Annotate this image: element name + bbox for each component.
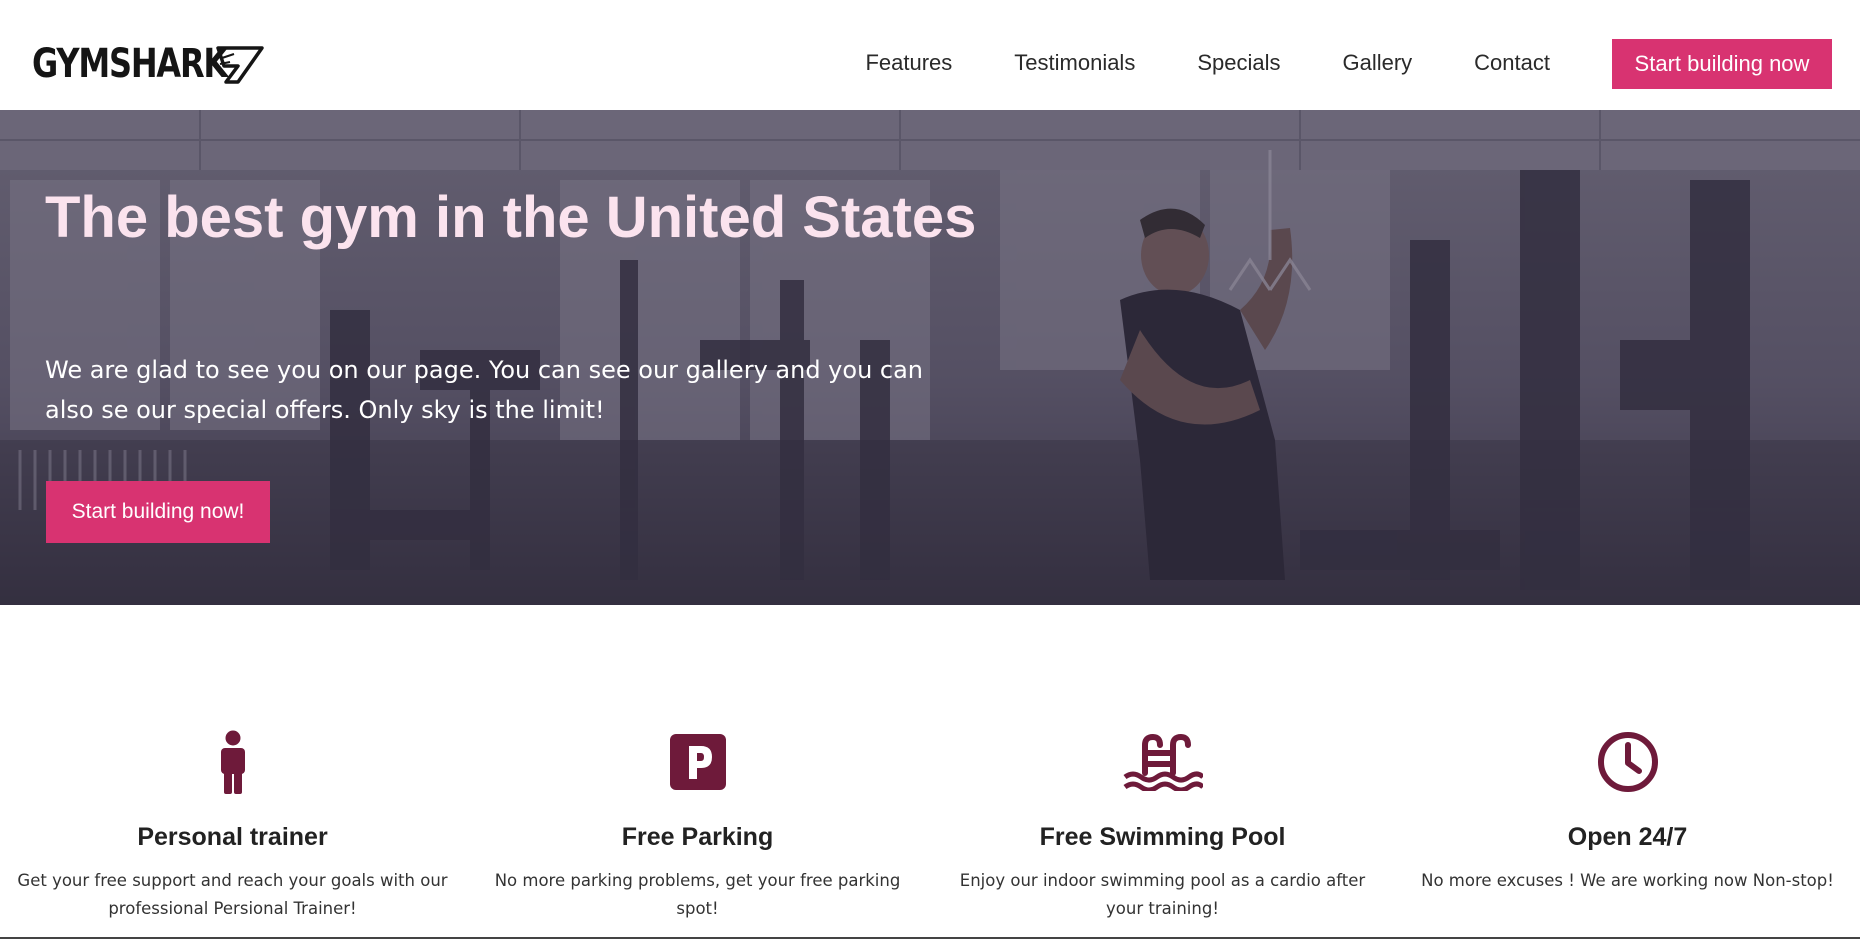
main-nav: Features Testimonials Specials Gallery C…: [803, 50, 1550, 76]
nav-link-features[interactable]: Features: [865, 50, 952, 76]
feature-text: Get your free support and reach your goa…: [17, 871, 448, 918]
feature-text: No more excuses ! We are working now Non…: [1421, 871, 1834, 890]
nav-link-gallery[interactable]: Gallery: [1342, 50, 1412, 76]
features-section: Personal trainer Get your free support a…: [0, 605, 1860, 939]
feature-title: Free Swimming Pool: [1039, 823, 1286, 851]
brand-name: GYMSHARK: [32, 41, 228, 87]
hero-start-building-button[interactable]: Start building now!: [46, 481, 270, 543]
parking-icon: [653, 727, 743, 797]
navbar: GYMSHARK Features Testimonials Specials …: [0, 0, 1860, 110]
hero-section: The best gym in the United States We are…: [0, 110, 1860, 605]
swimming-pool-icon: [1118, 727, 1208, 797]
hero-title: The best gym in the United States: [45, 185, 977, 250]
feature-title: Open 24/7: [1567, 823, 1688, 851]
nav-link-specials[interactable]: Specials: [1197, 50, 1280, 76]
nav-link-contact[interactable]: Contact: [1474, 50, 1550, 76]
nav-link-testimonials[interactable]: Testimonials: [1014, 50, 1135, 76]
feature-title: Personal trainer: [137, 823, 328, 851]
clock-icon: [1583, 727, 1673, 797]
start-building-button[interactable]: Start building now: [1612, 39, 1832, 89]
person-icon: [188, 727, 278, 797]
brand-logo[interactable]: GYMSHARK: [32, 44, 264, 84]
feature-text: No more parking problems, get your free …: [494, 871, 901, 918]
hero-text: We are glad to see you on our page. You …: [45, 356, 924, 424]
feature-text: Enjoy our indoor swimming pool as a card…: [959, 871, 1366, 918]
feature-title: Free Parking: [621, 823, 774, 851]
